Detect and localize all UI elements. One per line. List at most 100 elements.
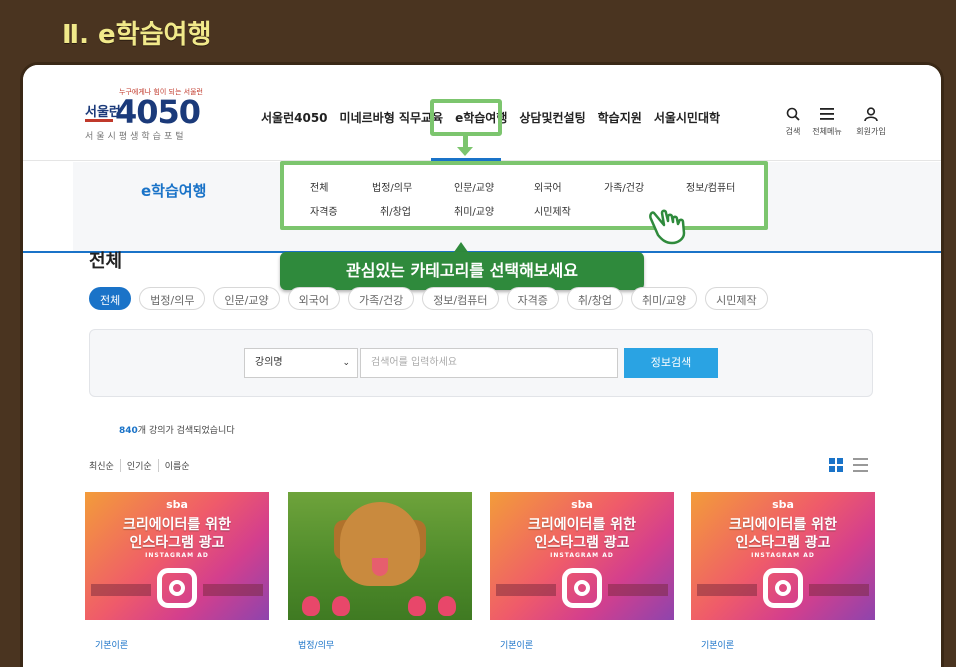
instagram-icon xyxy=(157,568,197,608)
thumb-line2: 인스타그램 광고 xyxy=(735,535,831,551)
result-count-number: 840 xyxy=(119,426,138,436)
film-strip xyxy=(203,584,263,596)
util-menu[interactable]: 전체메뉴 xyxy=(807,107,847,137)
course-card[interactable]: sba 크리에이터를 위한 인스타그램 광고 INSTAGRAM AD xyxy=(490,492,674,620)
pointer-hand-icon xyxy=(649,209,686,245)
category-chips: 전체 법정/의무 인문/교양 외국어 가족/건강 정보/컴퓨터 자격증 취/창업… xyxy=(89,287,768,310)
chip-cert[interactable]: 자격증 xyxy=(506,287,559,310)
thumb-brand: sba xyxy=(772,498,794,511)
chip-it[interactable]: 정보/컴퓨터 xyxy=(422,287,499,310)
result-count: 840개 강의가 검색되었습니다 xyxy=(119,423,235,436)
search-panel: 강의명 ⌄ 검색어를 입력하세요 정보검색 xyxy=(89,329,873,397)
dog-tongue xyxy=(372,558,388,576)
sort-popular[interactable]: 인기순 xyxy=(119,459,158,472)
logo-bar xyxy=(85,119,113,122)
guide-banner: 관심있는 카테고리를 선택해보세요 xyxy=(280,252,644,290)
category-startup[interactable]: 취/창업 xyxy=(380,203,411,218)
film-strip xyxy=(697,584,757,596)
thumb-line1: 크리에이터를 위한 xyxy=(729,517,837,533)
sort-options: 최신순 인기순 이름순 xyxy=(89,459,196,472)
category-cert[interactable]: 자격증 xyxy=(310,203,338,218)
thumb-line2: 인스타그램 광고 xyxy=(129,535,225,551)
category-legal[interactable]: 법정/의무 xyxy=(372,179,412,194)
course-category[interactable]: 기본이론 xyxy=(95,638,128,651)
tulip xyxy=(332,596,350,616)
chip-all[interactable]: 전체 xyxy=(89,287,132,310)
util-signup-label: 회원가입 xyxy=(856,127,886,136)
tulip xyxy=(408,596,426,616)
section-title: Ⅱ. e학습여행 xyxy=(62,20,212,50)
category-all[interactable]: 전체 xyxy=(310,179,328,194)
highlight-arrow-head xyxy=(457,147,473,156)
category-it[interactable]: 정보/컴퓨터 xyxy=(686,179,735,194)
list-view-icon[interactable] xyxy=(853,458,868,472)
course-category[interactable]: 기본이론 xyxy=(500,638,533,651)
nav-seoulrun4050[interactable]: 서울런4050 xyxy=(255,109,334,126)
search-icon xyxy=(786,107,800,125)
grid-view-icon[interactable] xyxy=(829,458,843,472)
page-title: 전체 xyxy=(89,251,123,272)
course-thumbnail: sba 크리에이터를 위한 인스타그램 광고 INSTAGRAM AD xyxy=(490,492,674,620)
thumb-tag: INSTAGRAM AD xyxy=(550,552,614,559)
search-input[interactable]: 검색어를 입력하세요 xyxy=(360,348,618,378)
thumb-tag: INSTAGRAM AD xyxy=(751,552,815,559)
user-icon xyxy=(864,107,878,125)
course-thumbnail: sba 크리에이터를 위한 인스타그램 광고 INSTAGRAM AD xyxy=(85,492,269,620)
course-thumbnail xyxy=(288,492,472,620)
instagram-icon xyxy=(562,568,602,608)
nav-citizen-univ[interactable]: 서울시민대학 xyxy=(648,109,726,126)
search-button[interactable]: 정보검색 xyxy=(624,348,718,378)
instagram-icon xyxy=(763,568,803,608)
thumb-line1: 크리에이터를 위한 xyxy=(528,517,636,533)
chip-family-health[interactable]: 가족/건강 xyxy=(348,287,415,310)
course-thumbnail: sba 크리에이터를 위한 인스타그램 광고 INSTAGRAM AD xyxy=(691,492,875,620)
film-strip xyxy=(91,584,151,596)
thumb-tag: INSTAGRAM AD xyxy=(145,552,209,559)
course-card[interactable]: sba 크리에이터를 위한 인스타그램 광고 INSTAGRAM AD xyxy=(691,492,875,620)
thumb-brand: sba xyxy=(571,498,593,511)
chip-legal[interactable]: 법정/의무 xyxy=(139,287,206,310)
tulip xyxy=(302,596,320,616)
category-hobby[interactable]: 취미/교양 xyxy=(454,203,494,218)
site-logo[interactable]: 누구에게나 힘이 되는 서울런 서울런 4050 서울시평생학습포털 xyxy=(85,87,205,147)
thumb-line1: 크리에이터를 위한 xyxy=(123,517,231,533)
course-category[interactable]: 법정/의무 xyxy=(298,638,334,651)
sort-latest[interactable]: 최신순 xyxy=(89,459,120,472)
result-count-text: 개 강의가 검색되었습니다 xyxy=(137,426,235,436)
chip-humanities[interactable]: 인문/교양 xyxy=(213,287,280,310)
search-type-value: 강의명 xyxy=(255,357,283,368)
nav-highlight-box xyxy=(430,99,502,136)
chip-citizen[interactable]: 시민제작 xyxy=(705,287,768,310)
submenu-title: e학습여행 xyxy=(141,182,207,200)
search-type-select[interactable]: 강의명 ⌄ xyxy=(244,348,358,378)
category-humanities[interactable]: 인문/교양 xyxy=(454,179,494,194)
course-card[interactable]: sba 크리에이터를 위한 인스타그램 광고 INSTAGRAM AD xyxy=(85,492,269,620)
category-language[interactable]: 외국어 xyxy=(534,179,562,194)
logo-subtitle: 서울시평생학습포털 xyxy=(85,132,187,142)
chip-language[interactable]: 외국어 xyxy=(287,287,340,310)
film-strip xyxy=(608,584,668,596)
chevron-down-icon: ⌄ xyxy=(342,358,350,368)
thumb-brand: sba xyxy=(166,498,188,511)
category-dropdown: 전체 법정/의무 인문/교양 외국어 가족/건강 정보/컴퓨터 자격증 취/창업… xyxy=(280,161,768,230)
util-signup[interactable]: 회원가입 xyxy=(851,107,891,137)
logo-number: 4050 xyxy=(115,93,201,131)
nav-support[interactable]: 학습지원 xyxy=(592,109,648,126)
course-card[interactable] xyxy=(288,492,472,620)
menu-icon xyxy=(820,107,834,125)
course-category[interactable]: 기본이론 xyxy=(701,638,734,651)
tulip xyxy=(438,596,456,616)
chip-startup[interactable]: 취/창업 xyxy=(566,287,623,310)
film-strip xyxy=(809,584,869,596)
film-strip xyxy=(496,584,556,596)
util-menu-label: 전체메뉴 xyxy=(812,127,842,136)
thumb-line2: 인스타그램 광고 xyxy=(534,535,630,551)
sort-name[interactable]: 이름순 xyxy=(157,459,196,472)
category-citizen[interactable]: 시민제작 xyxy=(534,203,571,218)
browser-screen: 누구에게나 힘이 되는 서울런 서울런 4050 서울시평생학습포털 서울런40… xyxy=(20,62,944,667)
chip-hobby[interactable]: 취미/교양 xyxy=(630,287,698,310)
nav-consulting[interactable]: 상담및컨설팅 xyxy=(513,109,591,126)
util-search-label: 검색 xyxy=(785,127,801,136)
category-family-health[interactable]: 가족/건강 xyxy=(604,179,644,194)
banner-pointer xyxy=(454,242,468,252)
